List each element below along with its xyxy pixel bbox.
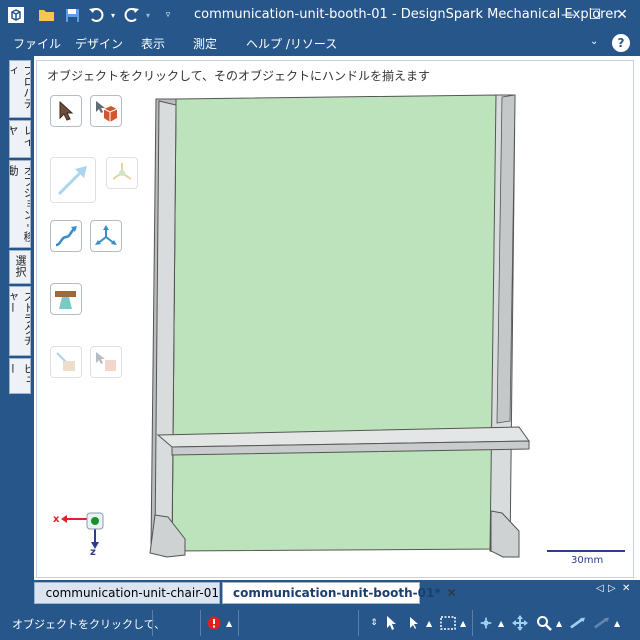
- move-dropdown-icon[interactable]: ▲: [498, 619, 504, 628]
- fly-icon[interactable]: [570, 615, 586, 631]
- menu-view[interactable]: 表示: [141, 35, 165, 52]
- status-separator: [472, 610, 473, 636]
- spin-updown-icon[interactable]: ⇕: [366, 615, 382, 631]
- status-separator: [238, 610, 239, 636]
- pan-icon[interactable]: [512, 615, 528, 631]
- select-cursor-icon[interactable]: [384, 615, 400, 631]
- tab-scroll-left-icon[interactable]: ◁: [596, 583, 604, 594]
- status-separator: [358, 610, 359, 636]
- box-select-dropdown-icon[interactable]: ▲: [460, 619, 466, 628]
- save-icon[interactable]: [62, 5, 82, 25]
- fly-dropdown-icon[interactable]: ▲: [614, 619, 620, 628]
- undo-icon[interactable]: [86, 5, 106, 25]
- pointer-dropdown-icon[interactable]: ▲: [426, 619, 432, 628]
- menu-bar: ファイル デザイン 表示 測定 ヘルプ /リソース: [0, 31, 640, 56]
- error-dropdown-icon[interactable]: ▲: [226, 619, 232, 628]
- scale-bar-label: 30mm: [571, 555, 604, 566]
- booth-left-post-front[interactable]: [154, 100, 177, 548]
- app-logo-icon[interactable]: [6, 5, 26, 25]
- tab-list-icon[interactable]: ✕: [622, 583, 630, 594]
- status-message: オブジェクトをクリックして、: [12, 618, 166, 631]
- document-tabs: communication-unit-chair-01 communicatio…: [0, 580, 640, 606]
- zoom-dropdown-icon[interactable]: ▲: [556, 619, 562, 628]
- booth-model[interactable]: [37, 61, 634, 578]
- customize-icon[interactable]: ▿: [162, 5, 174, 25]
- maximize-button[interactable]: ☐: [584, 4, 606, 26]
- help-icon[interactable]: ?: [612, 34, 630, 52]
- tab-chair-document[interactable]: communication-unit-chair-01: [34, 582, 220, 604]
- tab-view[interactable]: ビュー: [9, 358, 31, 394]
- menu-design[interactable]: デザイン: [75, 35, 123, 52]
- axis-z-label: z: [90, 547, 96, 558]
- close-tab-icon[interactable]: ✕: [447, 586, 457, 600]
- redo-dropdown-icon[interactable]: ▾: [143, 5, 153, 25]
- menu-file[interactable]: ファイル: [13, 35, 61, 52]
- tab-options-move[interactable]: オプション - 移動: [9, 160, 31, 248]
- document-icon: [41, 592, 42, 594]
- ribbon-collapse-icon[interactable]: ⌄: [590, 36, 598, 47]
- booth-right-foot[interactable]: [490, 510, 520, 558]
- pointer-icon[interactable]: [406, 615, 422, 631]
- tab-selection[interactable]: 選択: [9, 250, 31, 284]
- zoom-icon[interactable]: [536, 615, 552, 631]
- status-bar: オブジェクトをクリックして、 ▲ ⇕ ▲ ▲ ▲ ▲ ▲: [0, 606, 640, 640]
- minimize-button[interactable]: —: [557, 4, 579, 26]
- tab-booth-label: communication-unit-booth-01*: [233, 586, 441, 600]
- error-icon[interactable]: [206, 615, 222, 631]
- tab-chair-label: communication-unit-chair-01: [45, 586, 219, 600]
- move-icon[interactable]: [478, 615, 494, 631]
- axis-x-label: x: [53, 514, 60, 525]
- tab-booth-document[interactable]: communication-unit-booth-01* ✕: [222, 582, 457, 604]
- window-title: communication-unit-booth-01 - DesignSpar…: [194, 7, 619, 22]
- redo-icon[interactable]: [122, 5, 142, 25]
- undo-dropdown-icon[interactable]: ▾: [108, 5, 118, 25]
- tab-properties[interactable]: プロパティ: [9, 60, 31, 118]
- tab-layers[interactable]: レイヤ: [9, 120, 31, 158]
- design-viewport[interactable]: オブジェクトをクリックして、そのオブジェクトにハンドルを揃えます x z 30m…: [36, 60, 634, 578]
- fly-alt-icon[interactable]: [594, 615, 610, 631]
- status-separator: [200, 610, 201, 636]
- tab-structure[interactable]: ストラクチャー: [9, 286, 31, 356]
- scale-bar: 30mm: [547, 550, 625, 570]
- box-select-icon[interactable]: [440, 615, 456, 631]
- axis-triad: [61, 512, 104, 549]
- tab-scroll-right-icon[interactable]: ▷: [608, 583, 616, 594]
- booth-back-panel[interactable]: [171, 94, 498, 552]
- title-bar: ▾ ▾ ▿ communication-unit-booth-01 - Desi…: [0, 0, 640, 31]
- close-button[interactable]: ✕: [611, 4, 633, 26]
- side-panel-tabs: プロパティ レイヤ オプション - 移動 選択 ストラクチャー ビュー: [0, 56, 34, 580]
- menu-measure[interactable]: 測定: [193, 35, 217, 52]
- status-separator: [152, 610, 153, 636]
- scale-bar-line: [547, 550, 625, 552]
- menu-help-resources[interactable]: ヘルプ /リソース: [246, 35, 337, 52]
- open-folder-icon[interactable]: [36, 5, 56, 25]
